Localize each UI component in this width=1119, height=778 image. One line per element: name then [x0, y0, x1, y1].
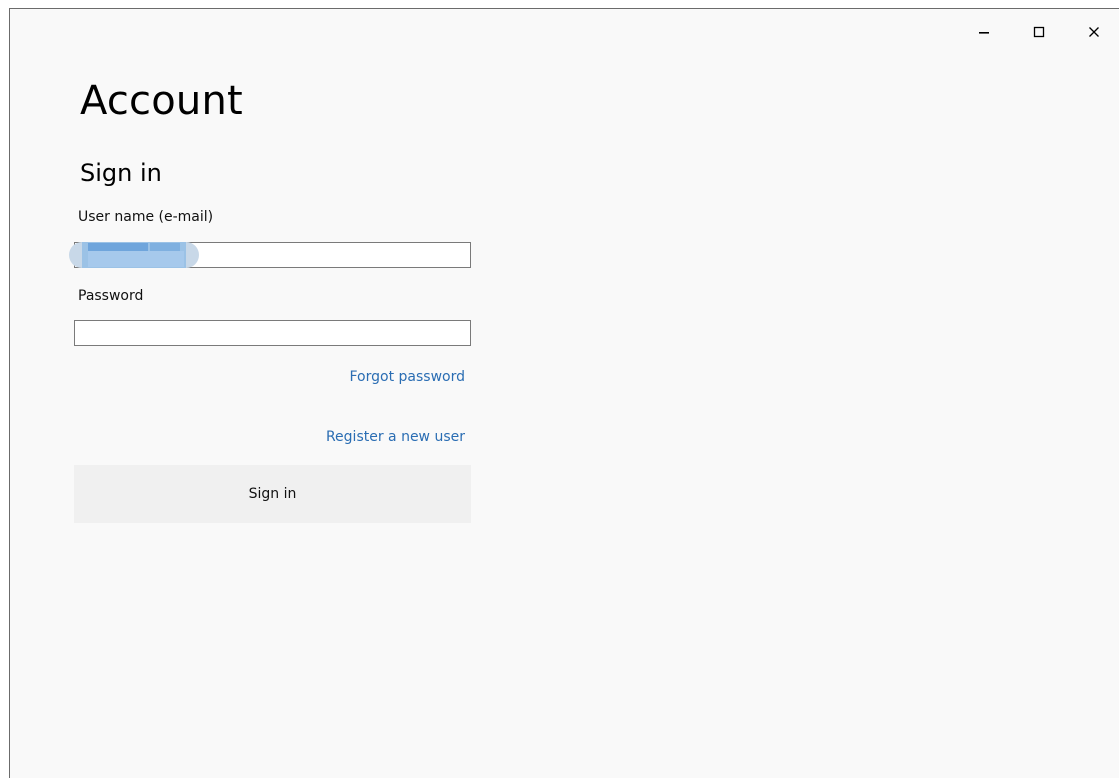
close-icon: [1089, 27, 1099, 37]
password-field[interactable]: [74, 320, 471, 346]
sign-in-heading: Sign in: [80, 159, 162, 187]
maximize-button[interactable]: [1013, 9, 1065, 55]
forgot-password-link[interactable]: Forgot password: [350, 368, 466, 386]
maximize-icon: [1033, 26, 1045, 38]
password-label: Password: [78, 288, 144, 304]
page-title: Account: [80, 78, 243, 124]
register-link[interactable]: Register a new user: [326, 428, 465, 446]
minimize-button[interactable]: [958, 9, 1010, 55]
app-window: Account Sign in User name (e-mail) Passw…: [9, 8, 1119, 778]
close-button[interactable]: [1068, 9, 1119, 55]
minimize-icon: [979, 32, 989, 34]
username-label: User name (e-mail): [78, 209, 214, 225]
sign-in-button[interactable]: Sign in: [74, 465, 471, 523]
username-field[interactable]: [74, 242, 471, 268]
